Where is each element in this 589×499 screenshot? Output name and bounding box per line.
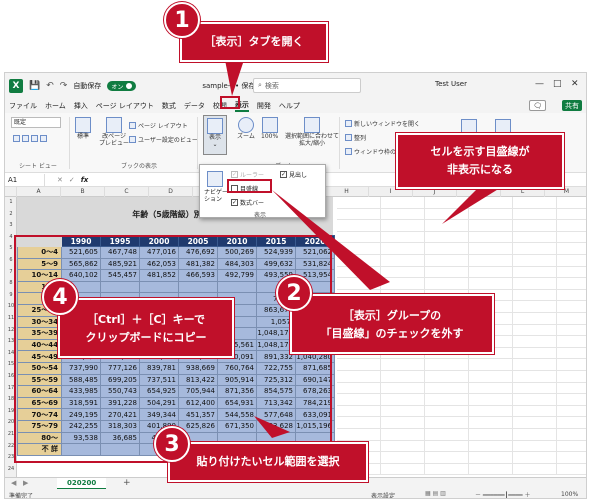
callout-3-number: 3 xyxy=(154,426,190,462)
arrow-5 xyxy=(442,188,500,224)
arrow-3 xyxy=(254,416,290,438)
callout-4: ［Ctrl］＋［C］キーで クリップボードにコピー xyxy=(58,298,234,358)
callout-3: 貼り付けたいセル範囲を選択 xyxy=(168,442,368,482)
arrow-1 xyxy=(225,60,244,96)
callout-1: ［表示］タブを開く xyxy=(180,22,328,62)
callout-2-number: 2 xyxy=(276,275,312,311)
callout-2: ［表示］グループの 「目盛線」のチェックを外す xyxy=(290,294,494,354)
callout-5: セルを示す目盛線が 非表示になる xyxy=(396,133,564,189)
callout-arrows xyxy=(90,60,500,438)
callout-4-number: 4 xyxy=(42,279,78,315)
callout-1-number: 1 xyxy=(164,2,200,38)
